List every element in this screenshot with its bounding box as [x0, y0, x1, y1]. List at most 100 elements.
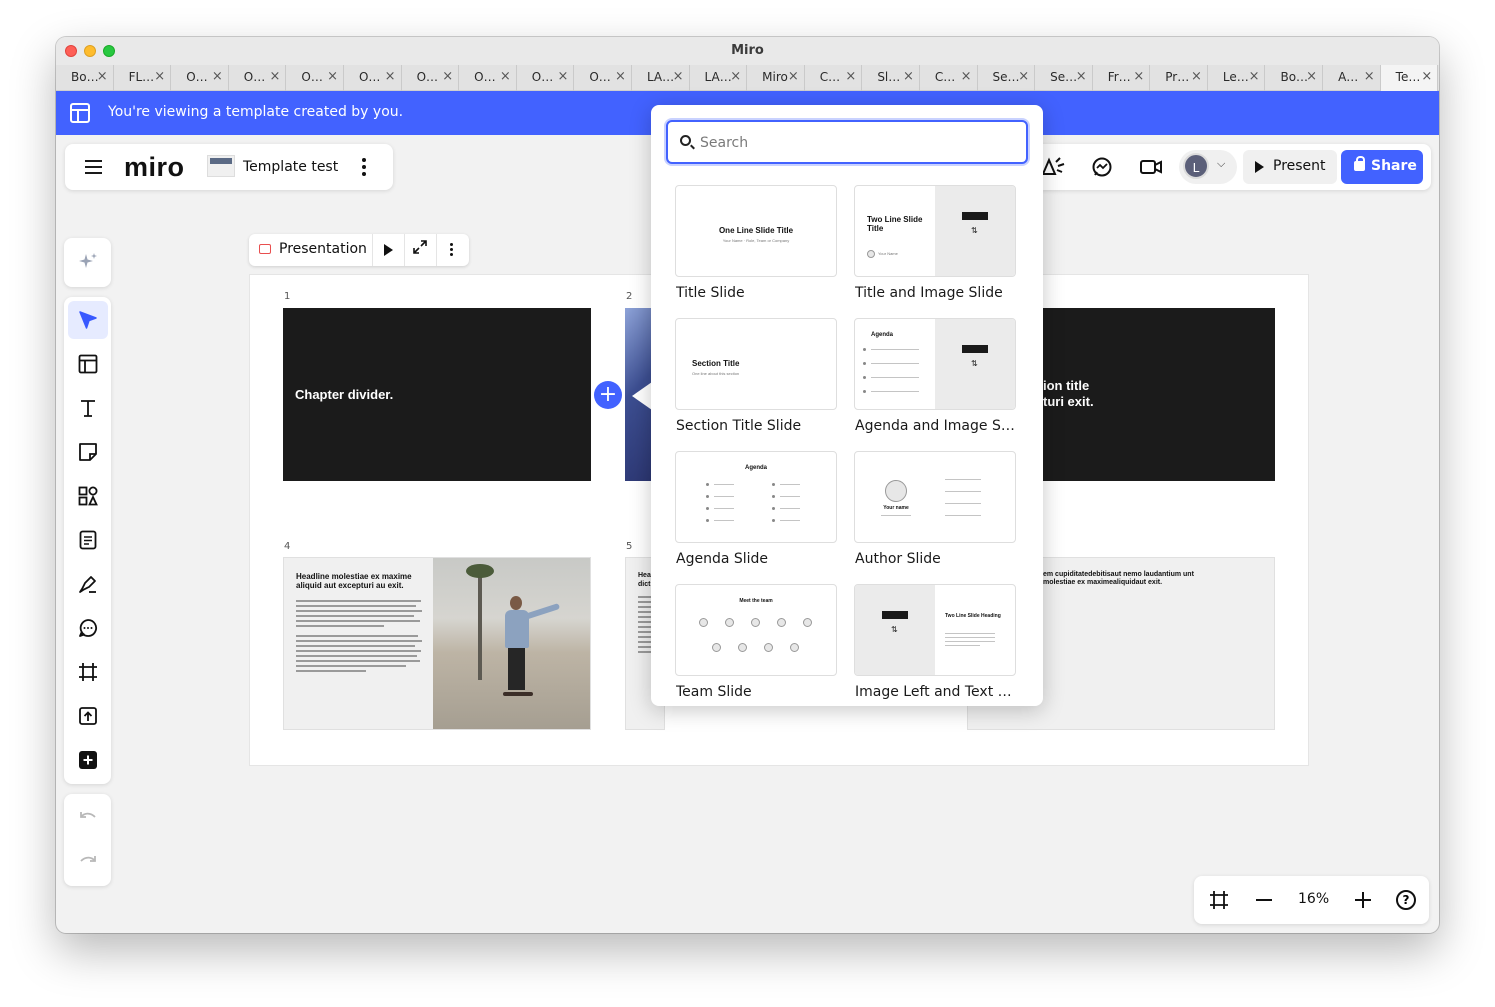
slide-1[interactable]: Chapter divider.: [283, 308, 591, 481]
browser-tab[interactable]: Miro ×: [747, 65, 805, 91]
add-slide-button[interactable]: +: [594, 381, 622, 409]
board-name[interactable]: Template test: [243, 159, 338, 175]
close-icon[interactable]: ×: [961, 69, 972, 84]
present-button[interactable]: Present: [1243, 150, 1337, 184]
close-icon[interactable]: ×: [327, 69, 338, 84]
browser-tab[interactable]: Se… ×: [1035, 65, 1093, 91]
video-icon[interactable]: [1139, 156, 1163, 183]
undo-icon[interactable]: [68, 800, 108, 838]
doc-icon[interactable]: [68, 521, 108, 559]
kebab-icon[interactable]: [447, 242, 457, 258]
pen-icon[interactable]: [68, 565, 108, 603]
close-icon[interactable]: ×: [845, 69, 856, 84]
close-icon[interactable]: ×: [1076, 69, 1087, 84]
share-button[interactable]: Share: [1341, 150, 1423, 184]
browser-tab[interactable]: A… ×: [1323, 65, 1381, 91]
close-icon[interactable]: ×: [1249, 69, 1260, 84]
close-icon[interactable]: ×: [500, 69, 511, 84]
close-icon[interactable]: ×: [1421, 69, 1432, 84]
zoom-level[interactable]: 16%: [1298, 891, 1329, 907]
browser-tab[interactable]: C… ×: [805, 65, 863, 91]
thumb-title: Section Title: [692, 359, 740, 368]
slide-3[interactable]: ion title turi exit.: [1043, 308, 1275, 481]
reactions-icon[interactable]: [1040, 156, 1068, 183]
close-icon[interactable]: ×: [673, 69, 684, 84]
browser-tab[interactable]: Bo… ×: [56, 65, 114, 91]
close-icon[interactable]: ×: [557, 69, 568, 84]
browser-tab[interactable]: O… ×: [459, 65, 517, 91]
collaboration-bar: L ⌵ Present Share: [1031, 144, 1431, 190]
browser-tab[interactable]: O… ×: [171, 65, 229, 91]
browser-tab[interactable]: O… ×: [286, 65, 344, 91]
slide-4[interactable]: Headline molestiae ex maxime aliquid aut…: [283, 557, 591, 730]
browser-tab[interactable]: LA… ×: [632, 65, 690, 91]
text-icon[interactable]: [68, 389, 108, 427]
close-icon[interactable]: ×: [212, 69, 223, 84]
comment-icon[interactable]: [68, 609, 108, 647]
browser-tab[interactable]: Le… ×: [1208, 65, 1266, 91]
browser-tab[interactable]: Se… ×: [978, 65, 1036, 91]
history-toolbar: [64, 794, 111, 886]
share-label: Share: [1371, 158, 1417, 174]
shapes-icon[interactable]: [68, 477, 108, 515]
more-tools-icon[interactable]: [68, 741, 108, 779]
browser-tab[interactable]: FL… ×: [114, 65, 172, 91]
close-icon[interactable]: ×: [788, 69, 799, 84]
tab-label: O…: [243, 70, 266, 84]
browser-tab[interactable]: O… ×: [402, 65, 460, 91]
close-icon[interactable]: ×: [730, 69, 741, 84]
fit-frame-icon[interactable]: [1208, 889, 1230, 916]
search-input[interactable]: [700, 132, 1000, 154]
frame-icon[interactable]: [68, 653, 108, 691]
upload-icon[interactable]: [68, 697, 108, 735]
ai-sparkle-icon[interactable]: [68, 243, 108, 281]
close-icon[interactable]: ×: [1364, 69, 1375, 84]
templates-icon[interactable]: [68, 345, 108, 383]
tab-label: O…: [301, 70, 323, 84]
chevron-down-icon[interactable]: ⌵: [1217, 157, 1225, 171]
redo-icon[interactable]: [68, 844, 108, 882]
kebab-icon[interactable]: [359, 156, 369, 178]
sticky-note-icon[interactable]: [68, 433, 108, 471]
close-icon[interactable]: ×: [615, 69, 626, 84]
browser-tab[interactable]: O… ×: [229, 65, 287, 91]
avatar[interactable]: L: [1183, 153, 1209, 179]
close-icon[interactable]: ×: [1018, 69, 1029, 84]
zoom-out-icon[interactable]: [1254, 889, 1274, 916]
hamburger-icon[interactable]: [85, 160, 102, 174]
browser-tab[interactable]: LA… ×: [690, 65, 748, 91]
slide-title: ion title turi exit.: [1043, 378, 1094, 409]
play-icon: [1255, 161, 1264, 173]
close-icon[interactable]: ×: [97, 69, 108, 84]
zoom-in-icon[interactable]: [1353, 889, 1373, 916]
miro-logo[interactable]: miro: [124, 152, 185, 183]
close-icon[interactable]: ×: [1306, 69, 1317, 84]
close-icon[interactable]: ×: [903, 69, 914, 84]
browser-tab[interactable]: C… ×: [920, 65, 978, 91]
browser-tab[interactable]: O… ×: [574, 65, 632, 91]
close-icon[interactable]: ×: [442, 69, 453, 84]
tab-label: Bo…: [71, 70, 99, 84]
tab-label: LA…: [704, 70, 732, 84]
presentation-label[interactable]: Presentation: [279, 241, 367, 257]
browser-tab[interactable]: Sl… ×: [862, 65, 920, 91]
slide-text: em cupiditatedebitisaut nemo laudantium …: [1043, 571, 1194, 586]
select-cursor-icon[interactable]: [68, 301, 108, 339]
browser-tab[interactable]: O… ×: [344, 65, 402, 91]
template-thumbnail: One Line Slide Title Your Name · Role, T…: [675, 185, 837, 277]
browser-tab[interactable]: Te… ×: [1380, 65, 1439, 91]
play-icon[interactable]: [384, 244, 393, 256]
expand-icon[interactable]: [412, 239, 428, 259]
help-icon[interactable]: ?: [1396, 890, 1416, 910]
browser-tab[interactable]: Bo… ×: [1265, 65, 1324, 91]
close-icon[interactable]: ×: [385, 69, 396, 84]
search-box[interactable]: [666, 120, 1028, 164]
chat-icon[interactable]: [1091, 156, 1113, 183]
close-icon[interactable]: ×: [269, 69, 280, 84]
close-icon[interactable]: ×: [1191, 69, 1202, 84]
browser-tab[interactable]: Pr… ×: [1150, 65, 1208, 91]
browser-tab[interactable]: O… ×: [517, 65, 575, 91]
close-icon[interactable]: ×: [1133, 69, 1144, 84]
close-icon[interactable]: ×: [154, 69, 165, 84]
browser-tab[interactable]: Fr… ×: [1093, 65, 1151, 91]
